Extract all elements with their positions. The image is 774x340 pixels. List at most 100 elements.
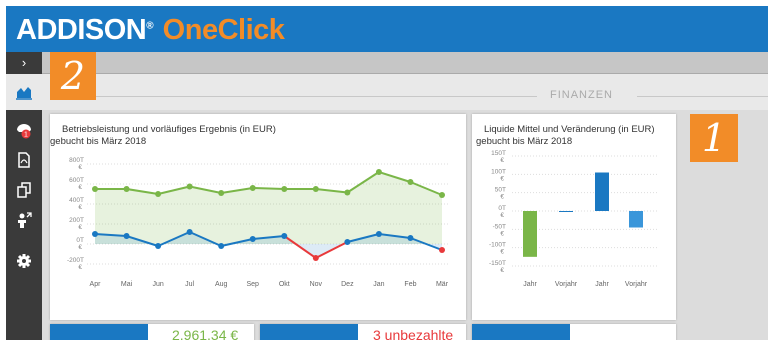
annotation-badge-2: 2 [50,52,96,100]
y-tick-label: -200T [67,257,84,264]
bar [523,211,537,257]
y-tick-label-unit: € [500,230,504,237]
data-point [407,235,414,241]
data-point [312,255,319,261]
x-tick-label: Mai [121,281,133,288]
y-tick-label: -100T [489,242,506,249]
sidebar-item-dashboard[interactable] [6,74,42,110]
x-tick-label: Dez [341,281,354,288]
bar [559,211,573,212]
annotation-badge-1: 1 [690,114,738,162]
data-point [281,186,288,192]
y-tick-label: 50T [495,187,506,194]
brand-accent: OneClick [162,14,285,46]
section-title: FINANZEN [550,89,613,101]
tile-balance[interactable]: 2.961,34 € [50,324,254,340]
gear-icon [17,254,31,268]
y-tick-label-unit: € [500,175,504,182]
liquidity-bar-chart: 150T€100T€50T€0T€-50T€-100T€-150T€Jahr Vo… [489,150,658,288]
data-point [249,236,256,242]
x-tick-label: Jahr [523,281,537,288]
toolbar [6,52,768,74]
y-tick-label: 0T [76,237,84,244]
data-point [123,186,130,192]
x-tick-label: Jun [152,281,163,288]
y-tick-label-unit: € [500,194,504,201]
notification-badge: 1 [24,132,28,139]
notifications-icon: 1 [17,124,31,139]
x-tick-label: Aug [215,281,228,288]
y-tick-label-unit: € [78,264,82,271]
x-tick-label: Apr [90,281,102,288]
liquidity-chart-card[interactable]: Liquide Mittel und Veränderung (in EUR) … [472,114,676,320]
y-tick-label-unit: € [78,164,82,171]
data-point [92,186,98,192]
data-point [281,233,288,239]
tile-balance-value: 2.961,34 € [172,327,239,340]
x-tick-label: Jan [373,281,384,288]
data-point [186,229,193,235]
section-header: FINANZEN [42,74,768,110]
y-tick-label-unit: € [78,244,82,251]
data-point [155,243,162,249]
y-tick-label-unit: € [78,184,82,191]
app-window: ADDISON® OneClick › 1 FINANZEN Betriebsl… [0,0,774,340]
app-header: ADDISON® OneClick [6,6,768,52]
performance-line-chart: 800T€600T€400T€200T€0T€-200T€Apr Mai Jun Ju… [67,157,450,288]
y-tick-label-unit: € [78,224,82,231]
y-tick-label-unit: € [500,249,504,256]
y-tick-label: 150T [491,150,506,157]
chart-icon [16,87,32,100]
x-tick-label: Jul [185,281,194,288]
section-divider-right [637,96,768,97]
data-point [439,192,445,198]
copy-icon [17,182,31,198]
bar [595,172,609,211]
data-point [407,179,414,185]
y-tick-label-unit: € [500,157,504,164]
bar [629,211,643,228]
data-point [218,243,225,249]
data-point [344,189,351,196]
tile-balance-header [50,324,148,340]
data-point [92,231,98,237]
pdf-icon [18,152,30,168]
sidebar-toggle-button[interactable]: › [6,52,42,74]
y-tick-label: 0T [498,205,506,212]
y-tick-label: 600T [69,177,84,184]
data-point [186,183,193,190]
tile-unpaid[interactable]: 3 unbezahlte [260,324,466,340]
y-tick-label-unit: € [500,267,504,274]
y-tick-label: 200T [69,217,84,224]
y-tick-label: 800T [69,157,84,164]
brand-logo[interactable]: ADDISON® OneClick [16,14,285,47]
data-point [344,239,351,245]
brand-main: ADDISON [16,14,147,46]
performance-chart-card[interactable]: Betriebsleistung und vorläufiges Ergebni… [50,114,466,320]
y-tick-label-unit: € [78,204,82,211]
data-point [123,233,130,239]
data-point [249,185,256,191]
data-point [439,247,445,253]
series-line-segment [252,187,285,190]
data-point [155,191,162,197]
y-tick-label: -150T [489,260,506,267]
x-tick-label: Mär [436,281,449,288]
series-area [95,172,442,244]
data-point [218,190,225,196]
y-tick-label: 400T [69,197,84,204]
tile-third-header [472,324,570,340]
x-tick-label: Feb [404,281,416,288]
section-divider-left [92,96,537,97]
y-tick-label-unit: € [500,212,504,219]
data-point [375,169,382,175]
x-tick-label: Vorjahr [555,281,578,288]
y-tick-label: 100T [491,168,506,175]
tile-third[interactable] [472,324,676,340]
x-tick-label: Sep [246,281,259,288]
data-point [312,186,319,192]
tile-unpaid-header [260,324,358,340]
tile-unpaid-value: 3 unbezahlte [373,327,454,340]
brand-registered-mark: ® [146,20,154,32]
data-point [375,231,382,237]
